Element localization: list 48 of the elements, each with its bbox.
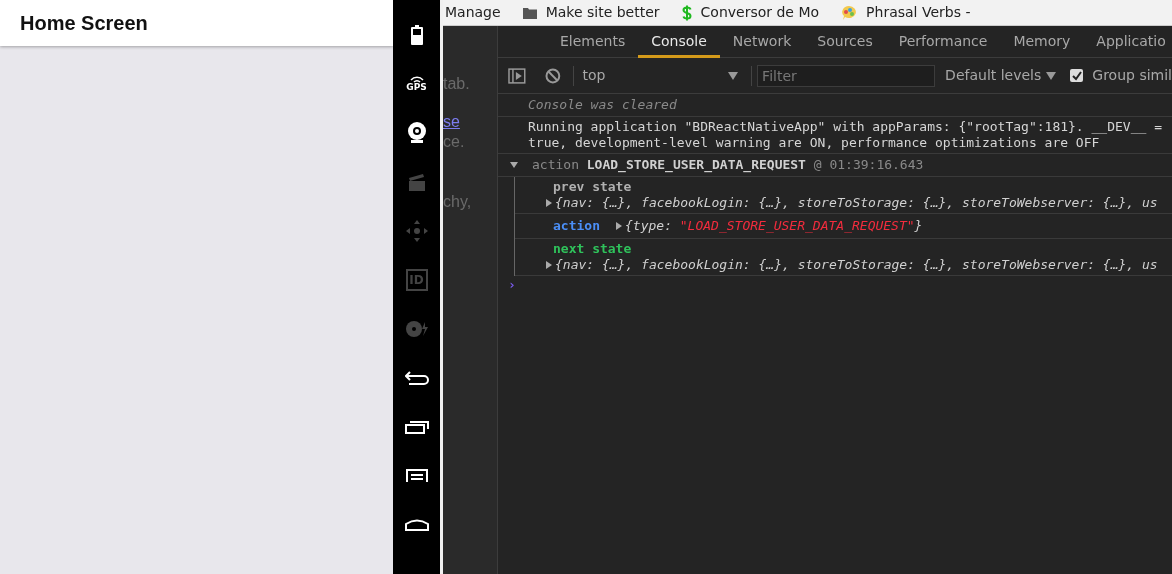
bookmark[interactable]: Phrasal Verbs - [839,2,971,23]
filter-field[interactable]: Filter [757,64,936,87]
expand-triangle-icon[interactable] [545,199,553,207]
dollar-icon [681,4,692,21]
state-label: action [553,218,600,234]
battery-icon[interactable] [410,24,423,45]
page-link[interactable]: se [443,112,497,132]
devtools-tab[interactable]: Applicatio [1083,25,1172,58]
sidebar-toggle-icon[interactable] [508,67,526,84]
checkbox-label: Group simil [1092,66,1172,85]
recent-apps-icon[interactable] [404,419,429,434]
speech-bubble-icon [841,4,858,21]
devtools-tab[interactable]: Elements [547,25,639,58]
devtools-tab[interactable]: Sources [804,25,886,58]
object-value: {nav: {…}, facebookLogin: {…}, storeToStorage: {…}, storeToWebserver: {…}, us [555,257,1158,273]
menu-icon[interactable] [405,468,428,483]
folder-icon [522,6,537,19]
collapse-triangle-icon[interactable] [510,161,518,169]
devtools-tab[interactable]: Performance [885,25,1001,58]
page-text-fragment: chy, [443,192,473,212]
devtools-tab[interactable]: Console [638,25,720,58]
dropdown-caret-icon [1046,71,1057,80]
expand-triangle-icon[interactable] [615,222,623,230]
state-label: next state [553,241,632,257]
devtools-tab[interactable]: Memory [1000,25,1084,58]
webcam-icon[interactable] [406,121,427,144]
context-selector[interactable]: top [582,65,747,86]
screen-title: Home Screen [20,11,148,36]
group-title[interactable]: action LOAD_STORE_USER_DATA_REQUEST @ 01:39:16.643 [532,157,924,173]
bookmark[interactable]: Make site better [520,2,660,23]
expand-triangle-icon[interactable] [545,261,553,269]
console-prompt[interactable]: › [508,277,516,292]
console-message: Running application "BDReactNativeApp" with appParams: {"rootTag":181}. __DEV__ = true, development-level warning are ON, performance optimizations are OFF [528,119,1163,151]
home-icon[interactable] [404,518,429,531]
bookmark[interactable]: Manage [443,2,501,23]
levels-dropdown[interactable]: Default levels [945,65,1057,86]
page-text-fragment: tab. [443,74,471,94]
page-text-fragment: ce. [443,132,466,152]
object-value: {type: "LOAD_STORE_USER_DATA_REQUEST"} [625,218,923,234]
bookmark[interactable]: Conversor de Mo [679,2,820,23]
clear-console-icon[interactable] [544,67,561,84]
checkbox[interactable] [1070,69,1084,82]
devtools-tab[interactable]: Network [719,25,805,58]
console-message: Console was cleared [528,97,677,112]
object-value: {nav: {…}, facebookLogin: {…}, storeToStorage: {…}, storeToWebserver: {…}, us [555,195,1158,211]
dropdown-caret-icon [728,71,739,80]
back-icon[interactable] [404,370,429,385]
state-label: prev state [553,179,632,195]
